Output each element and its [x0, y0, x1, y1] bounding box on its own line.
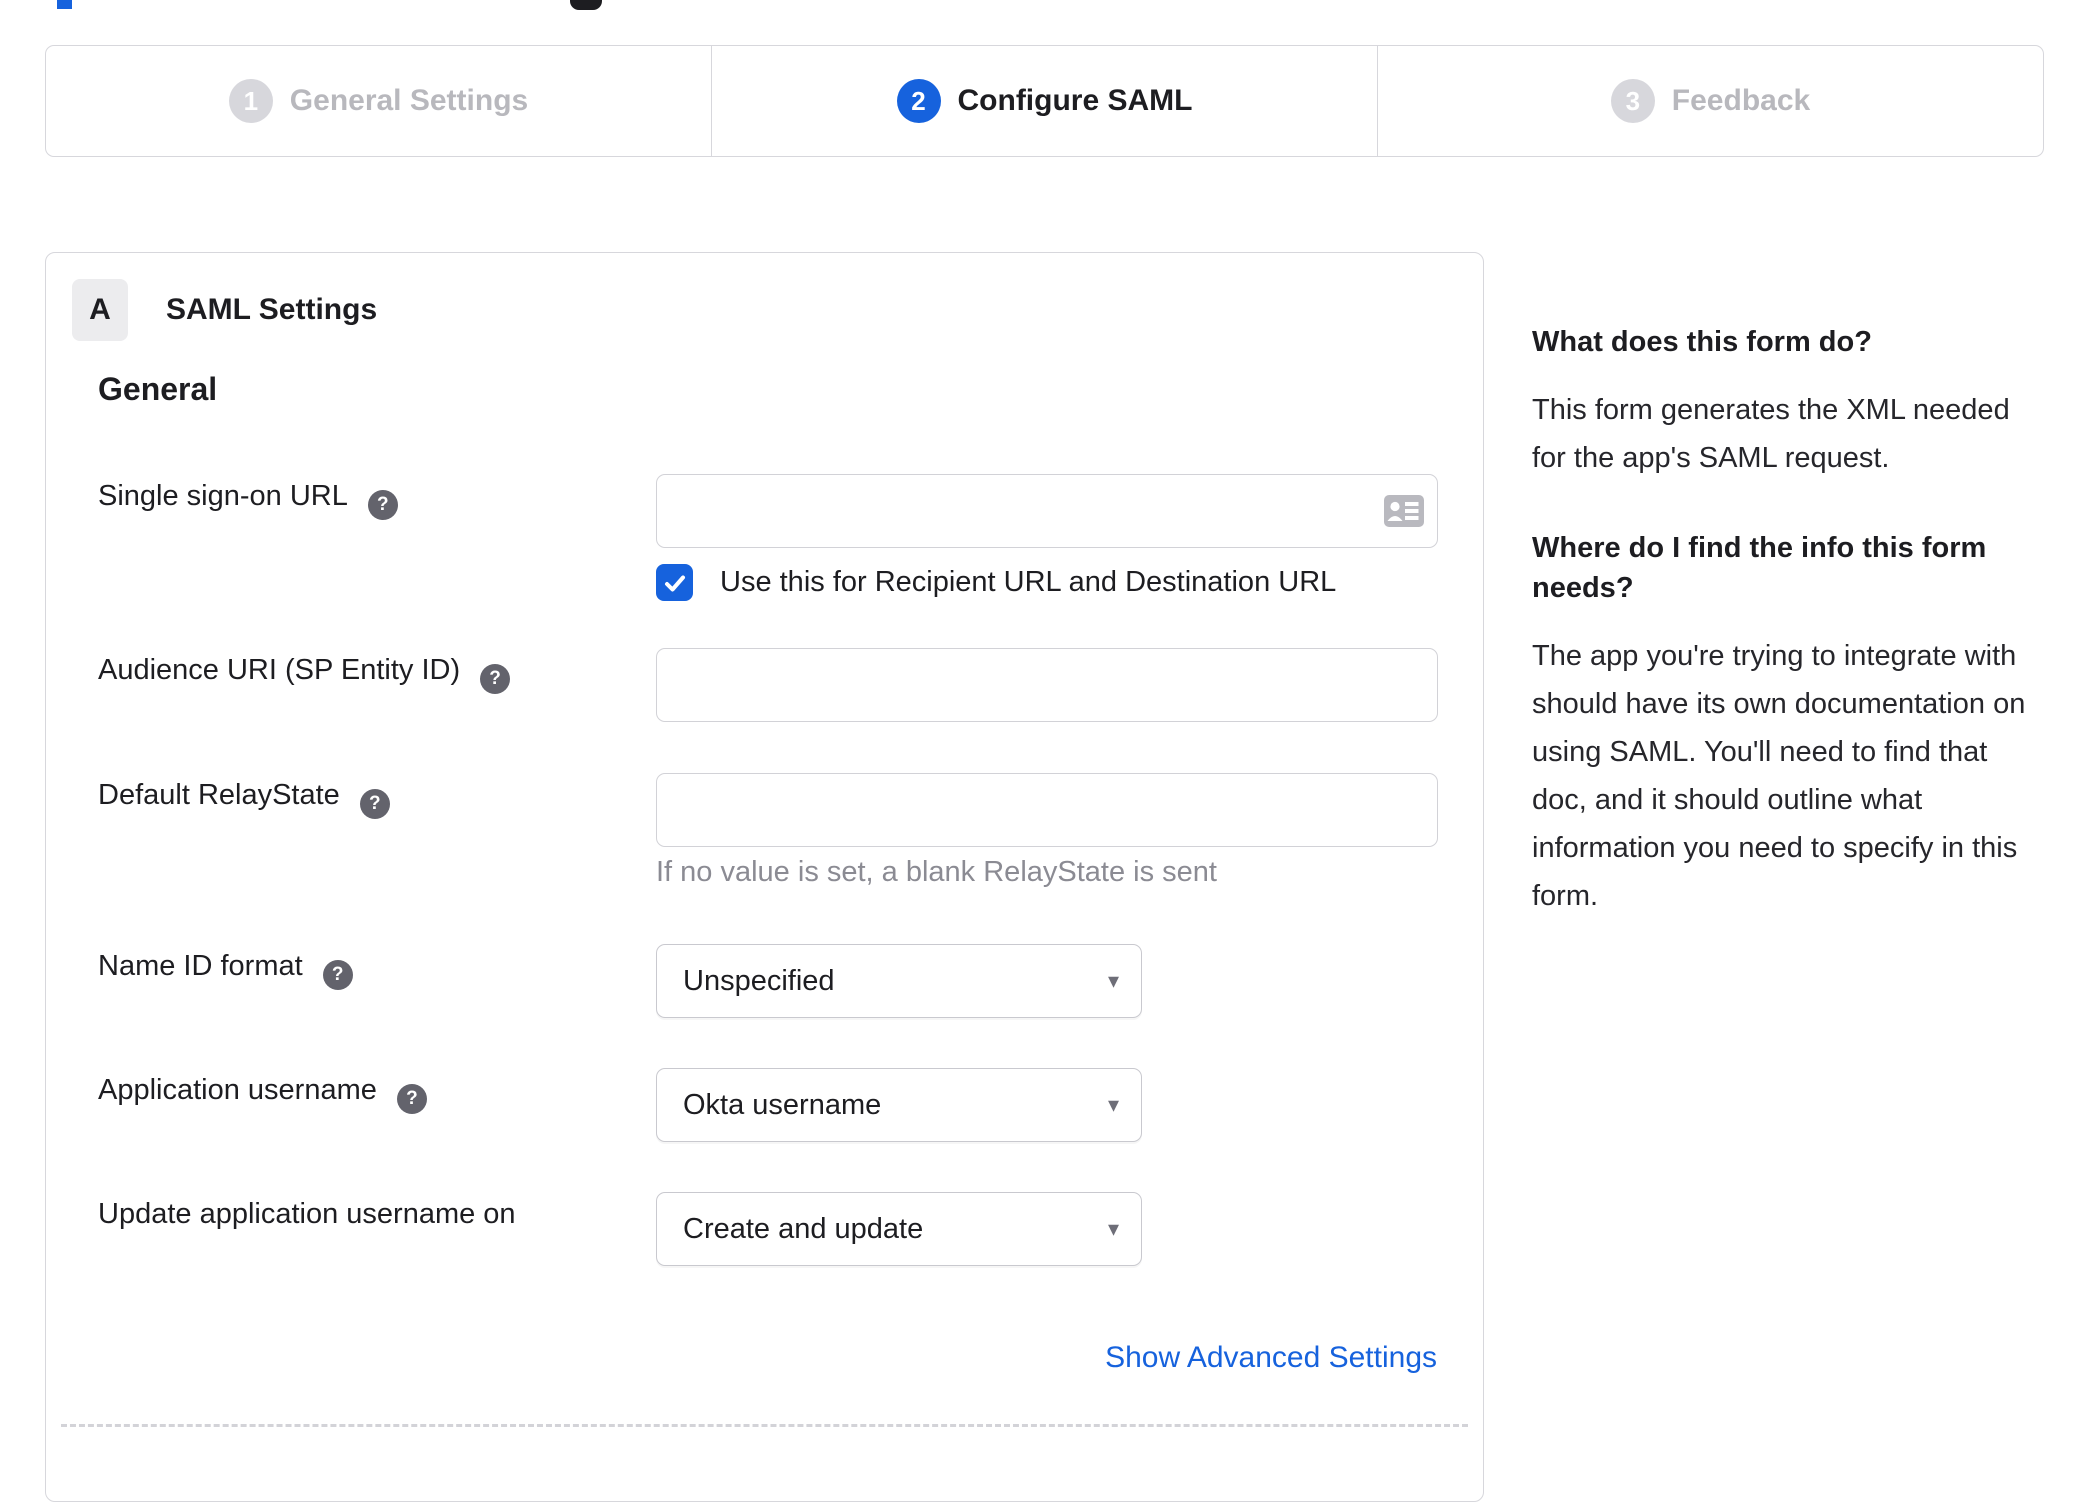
chevron-down-icon: ▾	[1107, 968, 1119, 993]
field-control: Create and update ▾	[656, 1192, 1142, 1266]
checkbox-label: Use this for Recipient URL and Destinati…	[720, 566, 1337, 598]
field-label-text: Application username	[98, 1074, 377, 1106]
step-number-badge: 3	[1610, 79, 1655, 123]
field-control	[656, 474, 1438, 548]
name-id-format-select[interactable]: Unspecified ▾	[656, 944, 1142, 1018]
group-title-general: General	[98, 371, 218, 407]
step-feedback: 3 Feedback	[1377, 46, 2043, 156]
field-label-text: Default RelayState	[98, 779, 340, 811]
recipient-url-checkbox[interactable]	[656, 564, 693, 601]
help-icon[interactable]: ?	[396, 1084, 427, 1114]
help-body-where: The app you're trying to integrate with …	[1532, 640, 2026, 912]
help-icon[interactable]: ?	[367, 490, 398, 520]
select-value: Unspecified	[683, 964, 835, 997]
input-wrap	[656, 474, 1438, 548]
cutoff-icon-fragment	[570, 0, 602, 10]
field-row-application-username: Application username? Okta username ▾	[46, 1068, 1483, 1158]
contact-card-icon[interactable]	[1384, 495, 1424, 527]
help-heading-where: Where do I find the info this form needs…	[1532, 532, 1987, 604]
field-control	[656, 648, 1438, 722]
field-row-audience-uri: Audience URI (SP Entity ID)?	[46, 648, 1483, 738]
help-icon[interactable]: ?	[480, 664, 511, 694]
help-heading-what: What does this form do?	[1532, 326, 1872, 358]
recipient-url-checkbox-row: Use this for Recipient URL and Destinati…	[656, 564, 1336, 601]
field-label: Default RelayState?	[98, 779, 390, 819]
default-relaystate-input[interactable]	[656, 773, 1438, 847]
select-value: Okta username	[683, 1088, 882, 1121]
field-label: Application username?	[98, 1074, 427, 1114]
field-control: Unspecified ▾	[656, 944, 1142, 1018]
field-row-update-application-username: Update application username on Create an…	[46, 1192, 1483, 1282]
relaystate-hint-text: If no value is set, a blank RelayState i…	[656, 856, 1217, 888]
field-label: Update application username on	[98, 1198, 516, 1231]
check-icon	[664, 575, 685, 591]
section-a-badge: A	[72, 279, 128, 341]
help-body-what: This form generates the XML needed for t…	[1532, 394, 2010, 474]
field-label-text: Name ID format	[98, 950, 303, 982]
audience-uri-input[interactable]	[656, 648, 1438, 722]
field-label-text: Audience URI (SP Entity ID)	[98, 654, 461, 686]
step-number-badge: 1	[228, 79, 273, 123]
help-icon[interactable]: ?	[359, 789, 390, 819]
step-label: Configure SAML	[957, 84, 1193, 117]
step-label: General Settings	[289, 84, 529, 117]
field-row-single-sign-on-url: Single sign-on URL? Use this for Recipie…	[46, 474, 1483, 634]
step-general-settings: 1 General Settings	[46, 46, 711, 156]
step-number-badge: 2	[896, 79, 941, 123]
field-label-text: Single sign-on URL	[98, 480, 348, 512]
field-label: Audience URI (SP Entity ID)?	[98, 654, 511, 694]
update-username-on-select[interactable]: Create and update ▾	[656, 1192, 1142, 1266]
show-advanced-settings-link[interactable]: Show Advanced Settings	[1105, 1341, 1437, 1375]
help-sidebar: What does this form do? This form genera…	[1532, 322, 2044, 966]
field-label-text: Update application username on	[98, 1198, 516, 1230]
chevron-down-icon: ▾	[1107, 1216, 1119, 1241]
section-title: SAML Settings	[166, 293, 378, 326]
step-label: Feedback	[1671, 84, 1811, 117]
cutoff-tab-indicator	[57, 0, 72, 9]
field-row-name-id-format: Name ID format? Unspecified ▾	[46, 944, 1483, 1034]
field-label: Single sign-on URL?	[98, 480, 398, 520]
field-control	[656, 773, 1438, 847]
field-label: Name ID format?	[98, 950, 353, 990]
single-sign-on-url-input[interactable]	[656, 474, 1438, 548]
help-icon[interactable]: ?	[322, 960, 353, 990]
application-username-select[interactable]: Okta username ▾	[656, 1068, 1142, 1142]
wizard-stepper: 1 General Settings 2 Configure SAML 3 Fe…	[45, 45, 2044, 157]
chevron-down-icon: ▾	[1107, 1092, 1119, 1117]
field-control: Okta username ▾	[656, 1068, 1142, 1142]
field-row-default-relaystate: Default RelayState? If no value is set, …	[46, 773, 1483, 903]
step-configure-saml: 2 Configure SAML	[711, 46, 1377, 156]
saml-settings-card: A SAML Settings General Single sign-on U…	[45, 252, 1484, 1502]
select-value: Create and update	[683, 1212, 924, 1245]
